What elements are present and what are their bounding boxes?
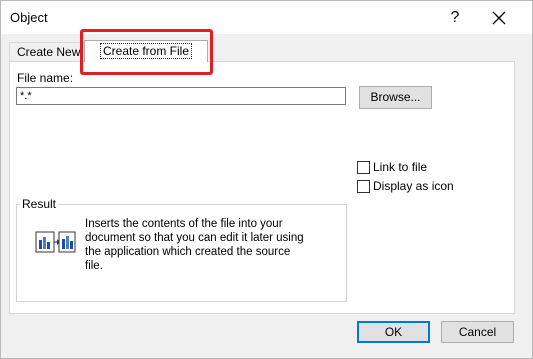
tab-create-new[interactable]: Create New bbox=[9, 42, 87, 61]
title-bar: Object ? bbox=[1, 1, 532, 34]
browse-button[interactable]: Browse... bbox=[359, 86, 432, 109]
window-title: Object bbox=[10, 10, 48, 25]
result-description: Inserts the contents of the file into yo… bbox=[85, 217, 325, 273]
tab-create-from-file[interactable]: Create from File bbox=[84, 40, 208, 62]
tab-create-from-file-label: Create from File bbox=[99, 43, 193, 59]
close-icon bbox=[492, 11, 506, 25]
display-as-icon-label: Display as icon bbox=[373, 179, 454, 193]
tab-create-new-label: Create New bbox=[17, 45, 81, 59]
embedded-document-icon bbox=[35, 231, 76, 253]
link-to-file-checkbox[interactable] bbox=[357, 161, 370, 174]
result-line: the application which created the source bbox=[85, 246, 291, 258]
result-line: document so that you can edit it later u… bbox=[85, 232, 304, 244]
help-button[interactable]: ? bbox=[442, 6, 468, 30]
result-line: Inserts the contents of the file into yo… bbox=[85, 218, 283, 230]
ok-button[interactable]: OK bbox=[357, 321, 430, 343]
link-to-file-label: Link to file bbox=[373, 160, 428, 174]
display-as-icon-checkbox[interactable] bbox=[357, 180, 370, 193]
cancel-button[interactable]: Cancel bbox=[441, 321, 514, 343]
file-name-label: File name: bbox=[17, 71, 74, 85]
result-line: file. bbox=[85, 260, 103, 272]
file-name-input[interactable] bbox=[16, 87, 346, 105]
close-button[interactable] bbox=[485, 6, 513, 30]
result-legend: Result bbox=[20, 197, 59, 211]
